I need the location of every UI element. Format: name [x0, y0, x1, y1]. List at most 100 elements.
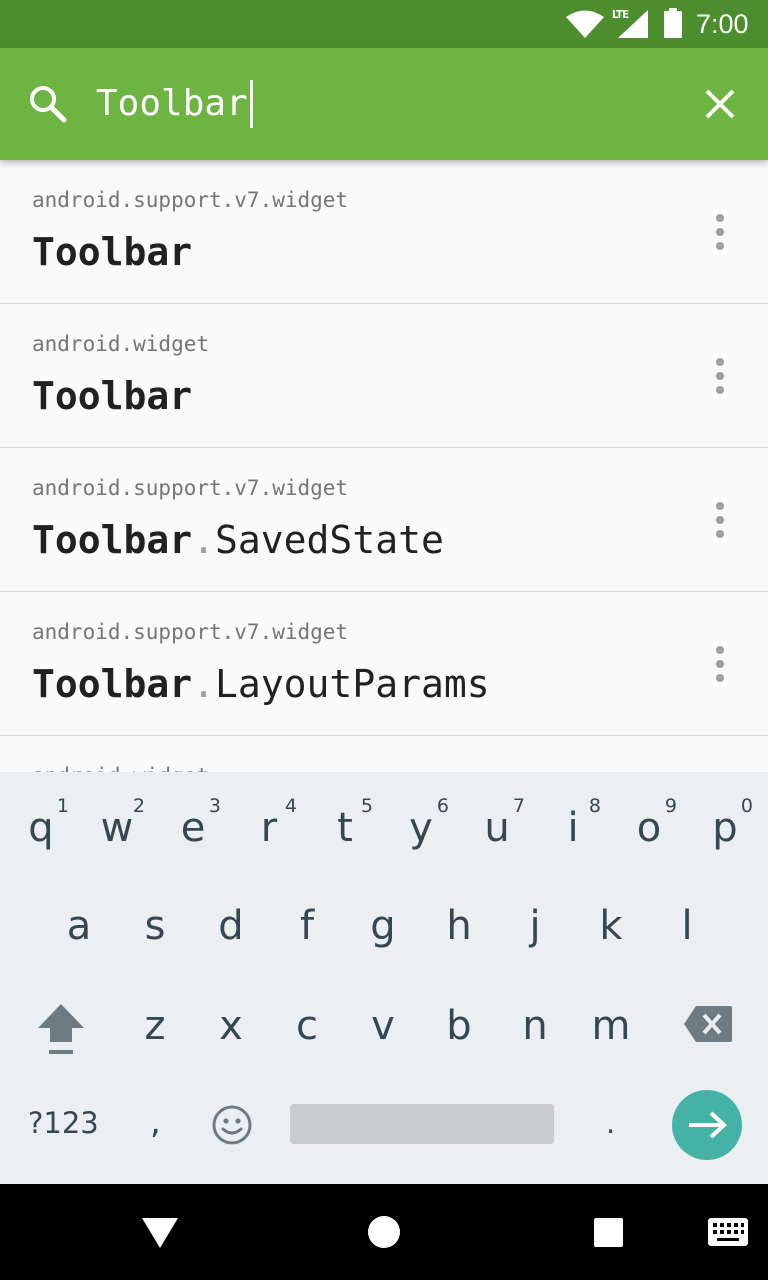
shift-icon[interactable] — [36, 1002, 86, 1056]
backspace-icon[interactable] — [684, 1006, 732, 1042]
battery-icon — [664, 8, 682, 38]
list-item[interactable]: android.support.v7.widget Toolbar — [0, 160, 768, 304]
key-e[interactable]: e3 — [157, 780, 229, 876]
key-label: y — [409, 805, 433, 851]
key-period[interactable]: . — [606, 1106, 615, 1140]
key-y[interactable]: y6 — [385, 780, 457, 876]
key-a[interactable]: a — [43, 878, 115, 974]
class-name: Toolbar — [32, 374, 192, 418]
key-b[interactable]: b — [423, 978, 495, 1074]
class-name: Toolbar.LayoutParams — [32, 662, 490, 706]
key-m[interactable]: m — [575, 978, 647, 1074]
list-item[interactable]: android.widget Toolbar — [0, 304, 768, 448]
back-icon[interactable] — [142, 1218, 178, 1248]
clock: 7:00 — [696, 9, 749, 39]
key-c[interactable]: c — [271, 978, 343, 1074]
class-name: Toolbar.SavedState — [32, 518, 444, 562]
key-hint: 0 — [740, 795, 753, 817]
key-i[interactable]: i8 — [537, 780, 609, 876]
key-j[interactable]: j — [499, 878, 571, 974]
package-name: android.support.v7.widget — [32, 188, 349, 212]
key-hint: 1 — [56, 795, 69, 817]
key-label: e — [180, 805, 206, 851]
key-label: u — [484, 805, 510, 851]
class-name-separator: . — [192, 662, 216, 706]
key-h[interactable]: h — [423, 878, 495, 974]
key-t[interactable]: t5 — [309, 780, 381, 876]
key-u[interactable]: u7 — [461, 780, 533, 876]
key-hint: 5 — [360, 795, 373, 817]
key-r[interactable]: r4 — [233, 780, 305, 876]
key-o[interactable]: o9 — [613, 780, 685, 876]
search-input[interactable]: Toolbar — [96, 78, 248, 128]
class-name-separator: . — [192, 518, 216, 562]
key-d[interactable]: d — [195, 878, 267, 974]
key-hint: 7 — [512, 795, 525, 817]
close-icon[interactable] — [702, 86, 738, 122]
key-comma[interactable]: , — [150, 1102, 161, 1142]
more-vert-icon[interactable] — [708, 212, 732, 252]
package-name: android.widget — [32, 332, 210, 356]
key-label: q — [28, 805, 54, 851]
more-vert-icon[interactable] — [708, 644, 732, 684]
spacebar[interactable] — [290, 1104, 554, 1144]
cell-signal-icon — [618, 10, 648, 38]
key-q[interactable]: q1 — [5, 780, 77, 876]
key-hint: 4 — [284, 795, 297, 817]
key-hint: 9 — [664, 795, 677, 817]
key-n[interactable]: n — [499, 978, 571, 1074]
package-name: android.widget — [32, 764, 209, 772]
key-f[interactable]: f — [271, 878, 343, 974]
class-name-match: Toolbar — [32, 230, 193, 274]
key-hint: 8 — [588, 795, 601, 817]
class-name-match: Toolbar — [32, 518, 193, 562]
key-label: o — [636, 805, 662, 851]
key-g[interactable]: g — [347, 878, 419, 974]
key-hint: 2 — [132, 795, 145, 817]
key-w[interactable]: w2 — [81, 780, 153, 876]
home-icon[interactable] — [368, 1216, 400, 1248]
status-bar: LTE 7:00 — [0, 0, 768, 48]
class-name: Toolbar — [32, 230, 192, 274]
key-s[interactable]: s — [119, 878, 191, 974]
search-toolbar: Toolbar — [0, 48, 768, 160]
key-p[interactable]: p0 — [689, 780, 761, 876]
key-v[interactable]: v — [347, 978, 419, 1074]
class-name-match: Toolbar — [32, 662, 193, 706]
package-name: android.support.v7.widget — [32, 620, 349, 644]
recent-apps-icon[interactable] — [594, 1218, 623, 1247]
keyboard-row-1: q1 w2 e3 r4 t5 y6 u7 i8 o9 p0 — [0, 780, 768, 880]
list-item[interactable]: android.support.v7.widget Toolbar.SavedS… — [0, 448, 768, 592]
list-item[interactable]: android.widget — [0, 736, 768, 772]
more-vert-icon[interactable] — [708, 356, 732, 396]
keyboard-row-2: a s d f g h j k l — [0, 878, 768, 978]
key-label: r — [260, 805, 278, 851]
text-caret — [250, 80, 253, 128]
arrow-right-icon — [689, 1111, 727, 1139]
wifi-icon — [566, 10, 604, 38]
key-label: i — [567, 805, 579, 851]
keyboard-switch-icon[interactable] — [708, 1218, 748, 1246]
package-name: android.support.v7.widget — [32, 476, 349, 500]
key-l[interactable]: l — [651, 878, 723, 974]
soft-keyboard: q1 w2 e3 r4 t5 y6 u7 i8 o9 p0 a s d f g … — [0, 772, 768, 1184]
key-k[interactable]: k — [575, 878, 647, 974]
key-z[interactable]: z — [119, 978, 191, 1074]
search-icon[interactable] — [28, 84, 68, 124]
enter-button[interactable] — [672, 1090, 742, 1160]
class-name-suffix: LayoutParams — [215, 662, 490, 706]
navigation-bar — [0, 1184, 768, 1280]
key-label: w — [100, 805, 134, 851]
key-x[interactable]: x — [195, 978, 267, 1074]
symbols-key[interactable]: ?123 — [28, 1106, 99, 1140]
emoji-icon[interactable] — [211, 1104, 253, 1146]
class-name-suffix: SavedState — [215, 518, 444, 562]
class-name-match: Toolbar — [32, 374, 193, 418]
key-label: t — [337, 805, 353, 851]
key-label: p — [712, 805, 738, 851]
results-list: android.support.v7.widget Toolbar androi… — [0, 160, 768, 772]
more-vert-icon[interactable] — [708, 500, 732, 540]
keyboard-row-3: z x c v b n m — [0, 978, 768, 1078]
key-hint: 3 — [208, 795, 221, 817]
list-item[interactable]: android.support.v7.widget Toolbar.Layout… — [0, 592, 768, 736]
